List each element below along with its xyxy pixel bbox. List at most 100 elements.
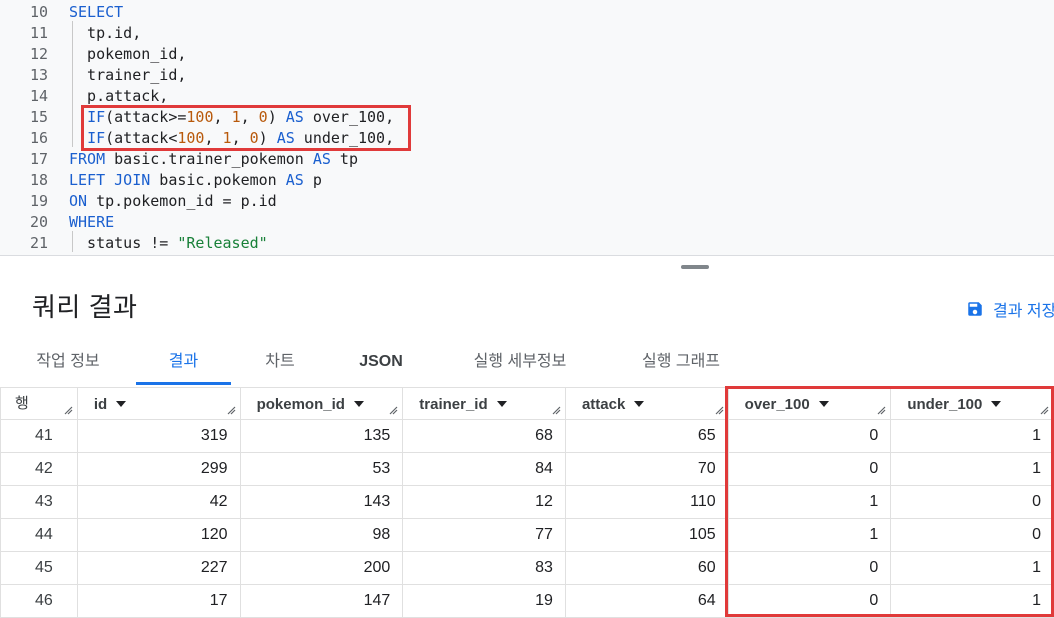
- code-token: tp.id,: [69, 24, 142, 42]
- table-cell[interactable]: 0: [890, 518, 1054, 552]
- results-table: 행 id pokemon_id trainer_id attack over_1…: [0, 387, 1054, 618]
- caret-down-icon[interactable]: [116, 401, 127, 408]
- indent-guide: [72, 231, 73, 252]
- caret-down-icon[interactable]: [353, 401, 364, 408]
- table-cell[interactable]: 200: [239, 551, 404, 585]
- table-row: 43 42 143 12 110 1 0: [0, 485, 1054, 519]
- table-cell[interactable]: 84: [402, 452, 566, 486]
- resize-handle-icon[interactable]: [63, 405, 73, 415]
- table-cell[interactable]: 77: [402, 518, 566, 552]
- table-cell[interactable]: 0: [727, 584, 892, 618]
- code-token: trainer_id,: [69, 66, 187, 84]
- table-cell[interactable]: 98: [239, 518, 404, 552]
- caret-down-icon[interactable]: [991, 401, 1002, 408]
- table-cell[interactable]: 1: [727, 518, 892, 552]
- table-row: 44 120 98 77 105 1 0: [0, 518, 1054, 552]
- code-token: FROM: [69, 150, 106, 168]
- table-cell[interactable]: 19: [402, 584, 566, 618]
- caret-down-icon[interactable]: [634, 401, 645, 408]
- column-header-label: trainer_id: [419, 396, 488, 413]
- line-number: 20: [29, 213, 48, 231]
- table-cell[interactable]: 319: [76, 419, 241, 453]
- table-cell[interactable]: 42: [76, 485, 241, 519]
- table-row: 42 299 53 84 70 0 1: [0, 452, 1054, 486]
- table-cell[interactable]: 17: [76, 584, 241, 618]
- column-header-label: over_100: [744, 396, 810, 413]
- table-cell[interactable]: 53: [239, 452, 404, 486]
- column-header-label: id: [93, 396, 108, 413]
- code-text: status != "Released": [69, 233, 268, 254]
- column-header-pokemon-id[interactable]: pokemon_id: [239, 387, 404, 420]
- indent-guide: [72, 21, 73, 147]
- code-token: pokemon_id,: [69, 45, 187, 63]
- column-header-row-number[interactable]: 행: [0, 387, 78, 420]
- row-number: 43: [0, 485, 78, 519]
- table-cell[interactable]: 65: [564, 419, 729, 453]
- table-cell[interactable]: 64: [564, 584, 729, 618]
- table-cell[interactable]: 0: [890, 485, 1054, 519]
- caret-down-icon[interactable]: [818, 401, 829, 408]
- code-token: SELECT: [69, 3, 124, 21]
- tab-job-info[interactable]: 작업 정보: [21, 342, 115, 384]
- column-header-over-100[interactable]: over_100: [727, 387, 892, 420]
- resize-handle-icon[interactable]: [1039, 405, 1049, 415]
- table-cell[interactable]: 135: [239, 419, 404, 453]
- table-cell[interactable]: 227: [76, 551, 241, 585]
- table-cell[interactable]: 105: [564, 518, 729, 552]
- table-cell[interactable]: 1: [890, 584, 1054, 618]
- line-number: 11: [29, 24, 48, 42]
- table-cell[interactable]: 0: [727, 551, 892, 585]
- table-cell[interactable]: 0: [727, 419, 892, 453]
- resize-handle-icon[interactable]: [876, 405, 886, 415]
- table-cell[interactable]: 299: [76, 452, 241, 486]
- table-cell[interactable]: 143: [239, 485, 404, 519]
- code-token: AS: [312, 150, 331, 168]
- sql-editor[interactable]: 10 SELECT 11 tp.id, 12 pokemon_id, 13 traine…: [0, 0, 1054, 255]
- table-cell[interactable]: 120: [76, 518, 241, 552]
- code-token: basic.trainer_pokemon: [105, 150, 313, 168]
- code-text: ON tp.pokemon_id = p.id: [69, 191, 277, 212]
- code-token: "Released": [177, 234, 268, 252]
- resize-handle-icon[interactable]: [714, 405, 724, 415]
- code-text: tp.id,: [69, 23, 141, 44]
- tab-results[interactable]: 결과: [136, 342, 231, 385]
- row-number: 44: [0, 518, 78, 552]
- caret-down-icon[interactable]: [496, 401, 507, 408]
- table-cell[interactable]: 70: [564, 452, 729, 486]
- code-text: FROM basic.trainer_pokemon AS tp: [69, 149, 358, 170]
- column-header-label: pokemon_id: [256, 396, 345, 413]
- editor-results-divider[interactable]: [0, 255, 1054, 278]
- column-header-label: attack: [581, 396, 626, 413]
- save-results-button[interactable]: 결과 저장: [966, 297, 1054, 321]
- resize-handle-icon[interactable]: [551, 405, 561, 415]
- table-cell[interactable]: 147: [239, 584, 404, 618]
- resize-handle-icon[interactable]: [226, 405, 236, 415]
- column-header-id[interactable]: id: [76, 387, 241, 420]
- code-token: WHERE: [69, 213, 115, 231]
- table-cell[interactable]: 83: [402, 551, 566, 585]
- table-cell[interactable]: 1: [890, 419, 1054, 453]
- code-text: trainer_id,: [69, 65, 186, 86]
- column-header-trainer-id[interactable]: trainer_id: [402, 387, 566, 420]
- tab-json[interactable]: JSON: [348, 342, 414, 384]
- line-number: 15: [29, 108, 48, 126]
- column-header-under-100[interactable]: under_100: [890, 387, 1054, 420]
- line-number: 16: [29, 129, 48, 147]
- tab-execution-details[interactable]: 실행 세부정보: [455, 342, 585, 384]
- table-cell[interactable]: 110: [564, 485, 729, 519]
- drag-handle[interactable]: [681, 265, 709, 269]
- table-cell[interactable]: 0: [727, 452, 892, 486]
- table-cell[interactable]: 12: [402, 485, 566, 519]
- tab-chart[interactable]: 차트: [246, 342, 314, 384]
- column-header-attack[interactable]: attack: [564, 387, 729, 420]
- line-number: 18: [29, 171, 48, 189]
- resize-handle-icon[interactable]: [388, 405, 398, 415]
- table-cell[interactable]: 1: [890, 452, 1054, 486]
- table-cell[interactable]: 1: [890, 551, 1054, 585]
- tab-execution-graph[interactable]: 실행 그래프: [625, 342, 737, 384]
- table-cell[interactable]: 68: [402, 419, 566, 453]
- code-highlight-box: [81, 105, 411, 151]
- code-token: status !=: [69, 234, 178, 252]
- table-cell[interactable]: 1: [727, 485, 892, 519]
- table-cell[interactable]: 60: [564, 551, 729, 585]
